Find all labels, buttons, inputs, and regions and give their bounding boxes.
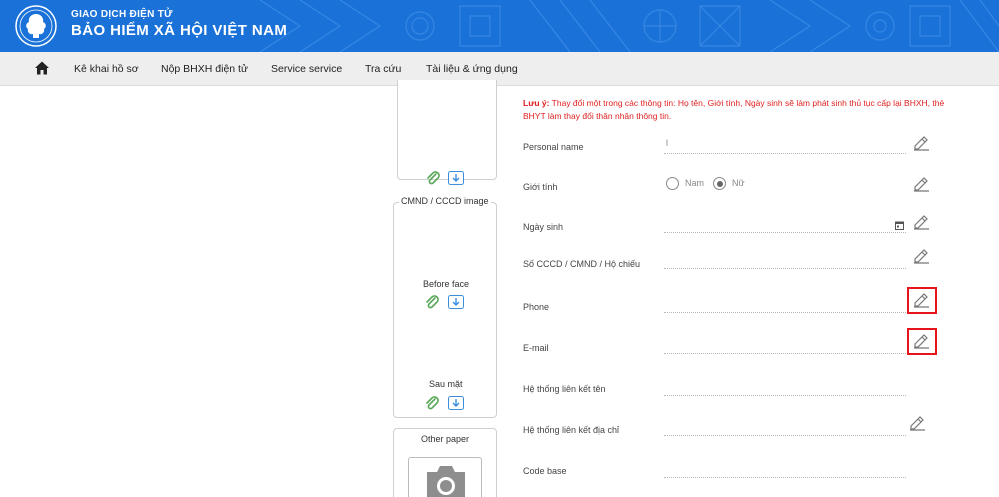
dob-input[interactable] [664, 232, 906, 233]
gender-male-radio[interactable] [666, 177, 679, 190]
edit-icon[interactable] [911, 133, 933, 153]
phone-input[interactable] [664, 312, 906, 313]
brand-subtitle: GIAO DỊCH ĐIỆN TỬ [71, 9, 173, 20]
other-paper-label: Other paper [419, 434, 472, 444]
download-icon[interactable] [448, 171, 464, 185]
nav-item-tai-lieu[interactable]: Tài liệu & ứng dụng [426, 63, 518, 75]
home-icon[interactable] [34, 60, 50, 76]
dob-label: Ngày sinh [523, 222, 564, 232]
paperclip-icon[interactable] [424, 294, 440, 310]
page-root: GIAO DỊCH ĐIỆN TỬ BẢO HIỂM XÃ HỘI VIỆT N… [0, 0, 999, 497]
site-header: GIAO DỊCH ĐIỆN TỬ BẢO HIỂM XÃ HỘI VIỆT N… [0, 0, 999, 52]
name-input[interactable] [664, 153, 906, 154]
code-base-input[interactable] [664, 477, 906, 478]
portrait-photo-box [397, 80, 497, 180]
note-prefix: Lưu ý: [523, 98, 550, 108]
id-number-label: Số CCCD / CMND / Hộ chiếu [523, 259, 641, 269]
edit-icon[interactable] [907, 413, 929, 433]
email-input[interactable] [664, 353, 906, 354]
nav-item-nop-bhxh[interactable]: Nộp BHXH điện tử [161, 63, 248, 75]
note-text: Thay đổi một trong các thông tin: Họ tên… [523, 98, 945, 121]
name-label: Personal name [523, 142, 584, 152]
linked-address-input[interactable] [664, 435, 906, 436]
camera-icon [427, 466, 465, 497]
email-label: E-mail [523, 343, 549, 353]
linked-name-label: Hệ thống liên kết tên [523, 384, 606, 394]
brand-title: BẢO HIỂM XÃ HỘI VIỆT NAM [71, 22, 288, 39]
gender-female-label: Nữ [732, 178, 745, 188]
edit-icon[interactable] [911, 331, 933, 351]
nav-item-tra-cuu[interactable]: Tra cứu [365, 63, 401, 75]
gender-female-radio[interactable] [713, 177, 726, 190]
camera-upload[interactable] [408, 457, 482, 497]
download-icon[interactable] [448, 295, 464, 309]
bhxh-logo [15, 5, 57, 47]
back-face-label: Sau mặt [427, 379, 465, 389]
nav-item-ke-khai[interactable]: Kê khai hồ sơ [74, 63, 139, 75]
name-value: l [666, 138, 668, 148]
main-nav: Kê khai hồ sơ Nộp BHXH điện tử Service s… [0, 52, 999, 86]
nav-item-service[interactable]: Service service [271, 63, 342, 75]
paperclip-icon[interactable] [424, 395, 440, 411]
edit-icon[interactable] [911, 290, 933, 310]
linked-address-label: Hệ thống liên kết địa chỉ [523, 425, 620, 435]
before-face-label: Before face [421, 279, 472, 289]
linked-name-input[interactable] [664, 395, 906, 396]
id-number-input[interactable] [664, 268, 906, 269]
edit-icon[interactable] [911, 174, 933, 194]
download-icon[interactable] [448, 396, 464, 410]
calendar-icon[interactable] [895, 221, 904, 230]
code-base-label: Code base [523, 466, 567, 476]
gender-label: Giới tính [523, 182, 558, 192]
info-note: Lưu ý: Thay đổi một trong các thông tin:… [523, 97, 953, 123]
id-card-label: CMND / CCCD image [399, 196, 491, 206]
paperclip-icon[interactable] [425, 170, 441, 186]
phone-label: Phone [523, 302, 550, 312]
edit-icon[interactable] [911, 246, 933, 266]
gender-male-label: Nam [685, 178, 705, 188]
edit-icon[interactable] [911, 212, 933, 232]
